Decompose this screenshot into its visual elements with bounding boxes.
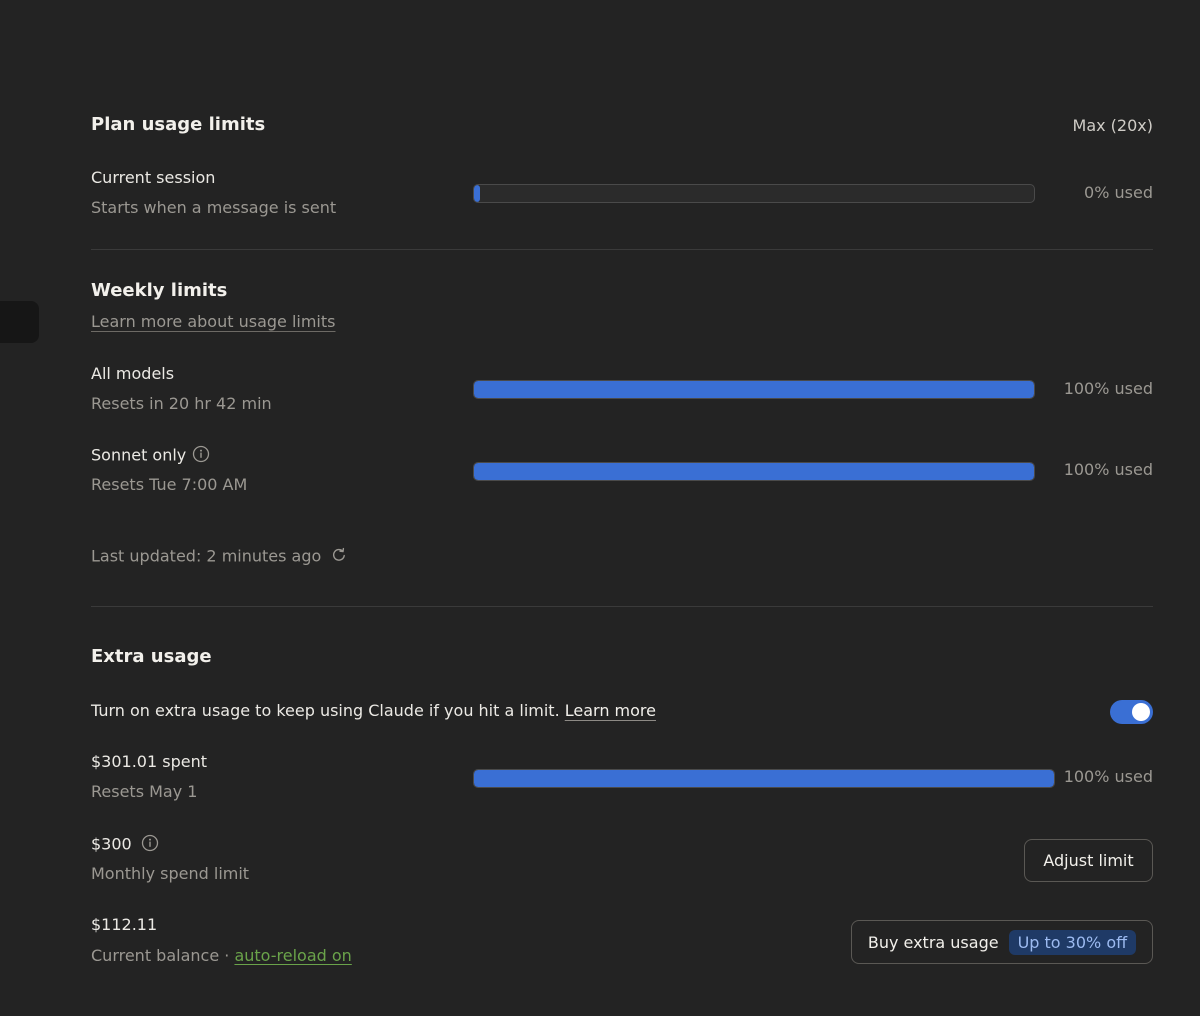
balance-sub-row: Current balance · auto-reload on bbox=[91, 946, 352, 965]
all-models-used: 100% used bbox=[1063, 379, 1153, 398]
current-session-progress-fill bbox=[474, 185, 480, 202]
separator-dot: · bbox=[224, 946, 230, 965]
spent-label: $301.01 spent bbox=[91, 752, 207, 771]
info-icon[interactable] bbox=[141, 834, 159, 856]
plan-usage-title: Plan usage limits bbox=[91, 114, 266, 135]
extra-usage-title: Extra usage bbox=[91, 646, 212, 667]
extra-usage-toggle[interactable] bbox=[1110, 700, 1153, 724]
sonnet-only-row: Sonnet only bbox=[91, 445, 210, 467]
learn-more-link[interactable]: Learn more bbox=[565, 701, 656, 720]
refresh-icon[interactable] bbox=[330, 546, 348, 568]
current-session-label: Current session bbox=[91, 168, 216, 187]
spent-sub: Resets May 1 bbox=[91, 782, 198, 801]
divider bbox=[91, 606, 1153, 607]
adjust-limit-button[interactable]: Adjust limit bbox=[1024, 839, 1153, 882]
info-icon[interactable] bbox=[192, 445, 210, 467]
sonnet-only-used: 100% used bbox=[1063, 460, 1153, 479]
all-models-sub: Resets in 20 hr 42 min bbox=[91, 394, 272, 413]
all-models-progress bbox=[473, 380, 1035, 399]
sidebar-edge-tab[interactable] bbox=[0, 301, 39, 343]
last-updated-row: Last updated: 2 minutes ago bbox=[91, 546, 348, 568]
sonnet-only-progress bbox=[473, 462, 1035, 481]
auto-reload-link[interactable]: auto-reload on bbox=[234, 946, 351, 965]
extra-usage-progress-fill bbox=[474, 770, 1054, 787]
sonnet-only-progress-fill bbox=[474, 463, 1034, 480]
current-session-used: 0% used bbox=[1084, 183, 1153, 202]
buy-extra-usage-label: Buy extra usage bbox=[867, 932, 999, 952]
discount-badge: Up to 30% off bbox=[1008, 929, 1137, 955]
sonnet-only-sub: Resets Tue 7:00 AM bbox=[91, 475, 248, 494]
spend-limit-sub: Monthly spend limit bbox=[91, 864, 250, 883]
balance-sub: Current balance bbox=[91, 946, 220, 965]
current-session-progress bbox=[473, 184, 1035, 203]
extra-usage-description: Turn on extra usage to keep using Claude… bbox=[91, 701, 656, 720]
all-models-progress-fill bbox=[474, 381, 1034, 398]
spend-limit-row: $300 bbox=[91, 834, 159, 856]
sonnet-only-label: Sonnet only bbox=[91, 445, 187, 465]
all-models-label: All models bbox=[91, 364, 175, 383]
weekly-limits-title: Weekly limits bbox=[91, 280, 228, 301]
extra-usage-used: 100% used bbox=[1063, 767, 1153, 786]
spend-limit-amount: $300 bbox=[91, 834, 132, 854]
toggle-knob bbox=[1132, 703, 1150, 721]
buy-extra-usage-button[interactable]: Buy extra usage Up to 30% off bbox=[851, 920, 1153, 964]
last-updated-text: Last updated: 2 minutes ago bbox=[91, 546, 322, 566]
divider bbox=[91, 249, 1153, 250]
extra-usage-progress bbox=[473, 769, 1055, 788]
learn-usage-limits-link[interactable]: Learn more about usage limits bbox=[91, 312, 335, 331]
current-session-sub: Starts when a message is sent bbox=[91, 198, 337, 217]
plan-tier: Max (20x) bbox=[1072, 116, 1153, 135]
balance-amount: $112.11 bbox=[91, 915, 158, 934]
